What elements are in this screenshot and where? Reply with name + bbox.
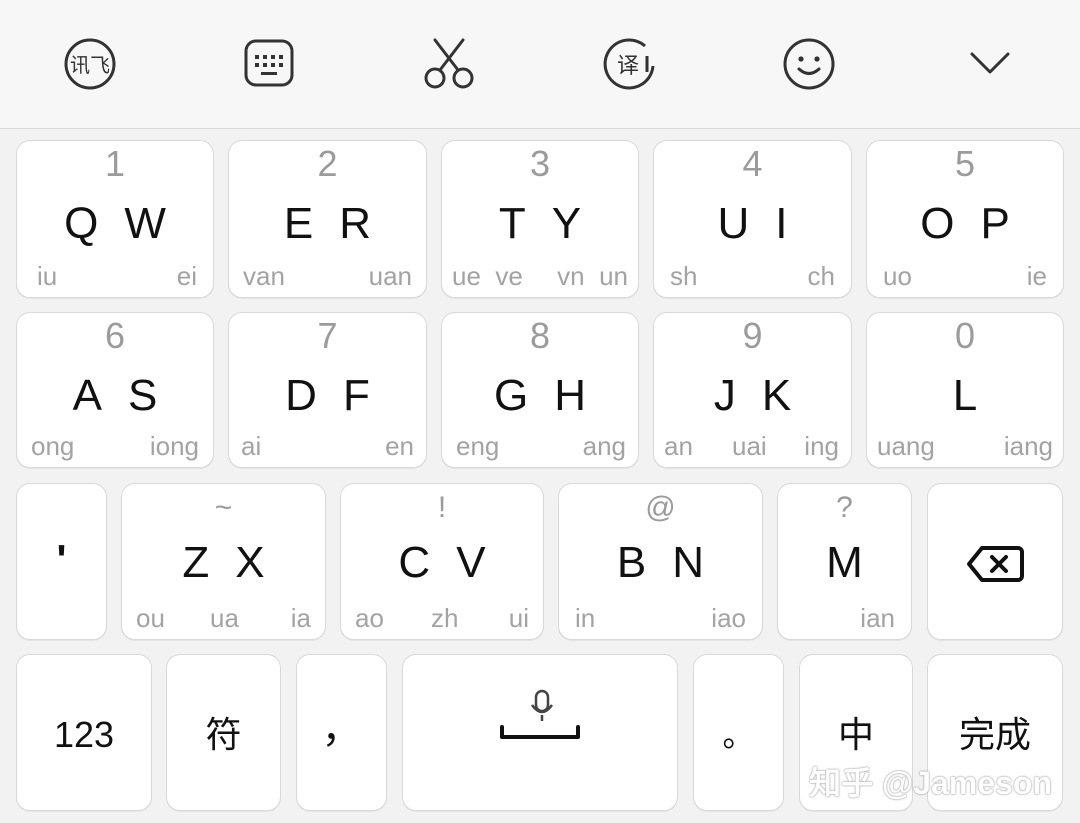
- pinyin-right: ch: [807, 261, 835, 291]
- pinyin-middle: ua: [210, 603, 239, 633]
- translate-icon[interactable]: 译: [601, 36, 657, 92]
- key-number-hint: 2: [317, 143, 338, 184]
- pinyin-right: ei: [176, 261, 197, 291]
- key-l[interactable]: 0 L uang iang: [866, 312, 1064, 468]
- key-letters: TY: [498, 199, 582, 248]
- key-letters: ER: [283, 199, 372, 248]
- pinyin-left: eng: [456, 431, 500, 461]
- watermark: 知乎 @Jameson: [809, 765, 1052, 801]
- key-m[interactable]: ? M ian: [777, 483, 912, 640]
- key-bn[interactable]: @ BN in iao: [558, 483, 763, 640]
- key-number-hint: 6: [104, 315, 126, 356]
- pinyin-left: uo: [883, 261, 912, 291]
- period-key[interactable]: 。: [693, 654, 784, 811]
- key-gh[interactable]: 8 GH eng ang: [441, 312, 639, 468]
- pinyin-left: an: [664, 431, 693, 461]
- comma-key[interactable]: ，: [296, 654, 387, 811]
- pinyin-left: uang: [877, 431, 935, 461]
- key-number-hint: 1: [104, 143, 126, 184]
- number-mode-key[interactable]: 123: [16, 654, 152, 811]
- pinyin-middle: uai: [732, 431, 767, 461]
- pinyin-middle: zh: [431, 603, 459, 633]
- key-letters: UI: [717, 199, 788, 248]
- pinyin-right: ui: [508, 603, 529, 633]
- xunfei-logo-icon[interactable]: 讯飞: [62, 36, 118, 92]
- key-symbol-hint: ?: [836, 491, 853, 524]
- key-er[interactable]: 2 ER van uan: [228, 140, 427, 298]
- backspace-icon: [966, 544, 1024, 589]
- key-op[interactable]: 5 OP uo ie: [866, 140, 1064, 298]
- key-letters: M: [826, 538, 863, 587]
- scissors-icon[interactable]: [421, 36, 477, 92]
- pinyin-right: iong: [149, 431, 199, 461]
- key-letters: CV: [398, 538, 486, 587]
- pinyin-right: vn un: [557, 261, 628, 291]
- key-letters: JK: [713, 371, 792, 420]
- key-jk[interactable]: 9 JK an uai ing: [653, 312, 852, 468]
- svg-text:讯飞: 讯飞: [70, 53, 110, 77]
- pinyin-right: en: [385, 431, 414, 461]
- pinyin-right: ia: [290, 603, 311, 633]
- pinyin-right: iang: [1003, 431, 1053, 461]
- key-number-hint: 3: [529, 143, 551, 184]
- key-symbol-hint: ~: [214, 491, 233, 524]
- key-df[interactable]: 7 DF ai en: [228, 312, 427, 468]
- key-letters: DF: [285, 371, 370, 420]
- key-ty[interactable]: 3 TY ue ve vn un: [441, 140, 639, 298]
- space-key[interactable]: [402, 654, 678, 811]
- keyboard-icon[interactable]: [241, 36, 297, 92]
- svg-text:译: 译: [617, 54, 639, 79]
- pinyin-left: ou: [136, 603, 165, 633]
- keyboard-toolbar: 讯飞 译: [0, 0, 1080, 129]
- pinyin-left: iu: [37, 261, 58, 291]
- pinyin-right: iao: [711, 603, 746, 633]
- key-letters: ZX: [182, 538, 265, 587]
- key-letters: QW: [64, 199, 166, 248]
- microphone-icon: [529, 689, 555, 728]
- key-cv[interactable]: ! CV ao zh ui: [340, 483, 544, 640]
- pinyin-left: sh: [670, 261, 698, 291]
- pinyin-right: ie: [1026, 261, 1047, 291]
- key-zx[interactable]: ~ ZX ou ua ia: [121, 483, 326, 640]
- pinyin-left: ai: [241, 431, 262, 461]
- key-symbol-hint: @: [645, 491, 676, 524]
- key-number-hint: 0: [954, 315, 976, 356]
- emoji-icon[interactable]: [781, 36, 837, 92]
- pinyin-right: ing: [804, 431, 839, 461]
- pinyin-left: ong: [31, 431, 75, 461]
- key-ui[interactable]: 4 UI sh ch: [653, 140, 852, 298]
- key-number-hint: 5: [954, 143, 976, 184]
- key-qw[interactable]: 1 QW iu ei: [16, 140, 214, 298]
- key-letters: AS: [72, 371, 158, 420]
- backspace-key[interactable]: [927, 483, 1063, 640]
- key-number-hint: 9: [742, 315, 763, 356]
- key-letters: BN: [616, 538, 705, 587]
- pinyin-left: ue ve: [452, 261, 523, 291]
- pinyin-left: van: [243, 261, 285, 291]
- pinyin-left: ao: [355, 603, 384, 633]
- key-letters: GH: [493, 371, 586, 420]
- key-number-hint: 4: [742, 143, 763, 184]
- pinyin-left: in: [575, 603, 596, 633]
- key-number-hint: 7: [317, 315, 338, 356]
- pinyin-right: uan: [368, 261, 412, 291]
- chevron-down-icon[interactable]: [962, 36, 1018, 92]
- key-symbol-hint: !: [437, 491, 447, 524]
- space-bar-icon: [499, 725, 581, 746]
- key-apostrophe[interactable]: ': [16, 483, 107, 640]
- key-as[interactable]: 6 AS ong iong: [16, 312, 214, 468]
- key-number-hint: 8: [529, 315, 551, 356]
- key-letters: OP: [920, 199, 1010, 248]
- symbol-mode-key[interactable]: 符: [166, 654, 281, 811]
- pinyin-right: ang: [582, 431, 626, 461]
- key-letters: L: [952, 371, 978, 420]
- pinyin-right: ian: [860, 603, 895, 633]
